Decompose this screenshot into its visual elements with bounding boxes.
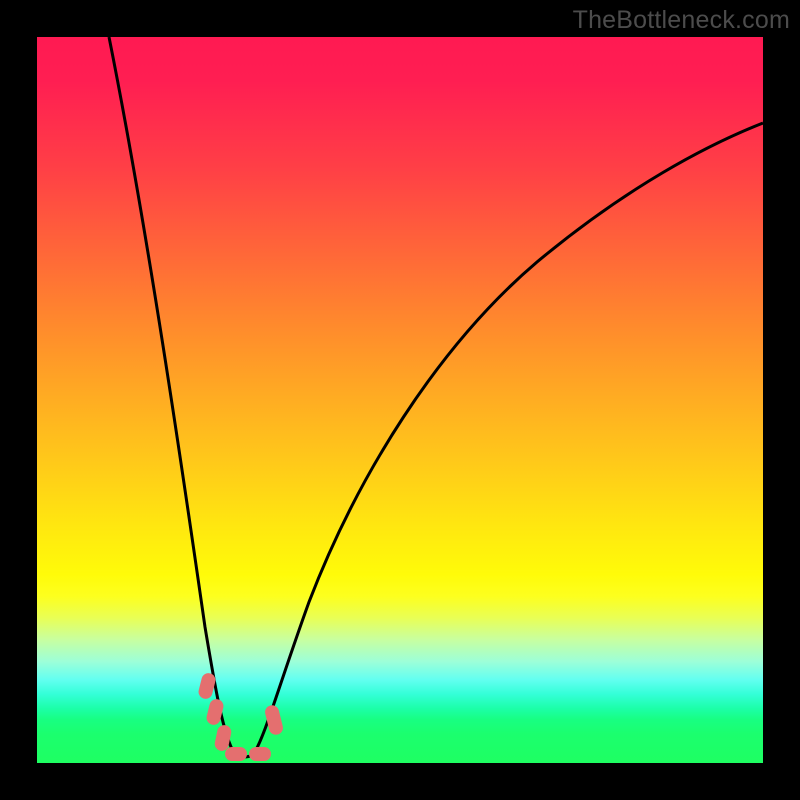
- chart-frame: TheBottleneck.com: [0, 0, 800, 800]
- curve-left-branch: [109, 37, 235, 755]
- valley-markers: [197, 672, 284, 761]
- curve-layer: [37, 37, 763, 763]
- curve-right-branch: [253, 123, 763, 755]
- watermark-text: TheBottleneck.com: [573, 6, 790, 35]
- plot-area: [37, 37, 763, 763]
